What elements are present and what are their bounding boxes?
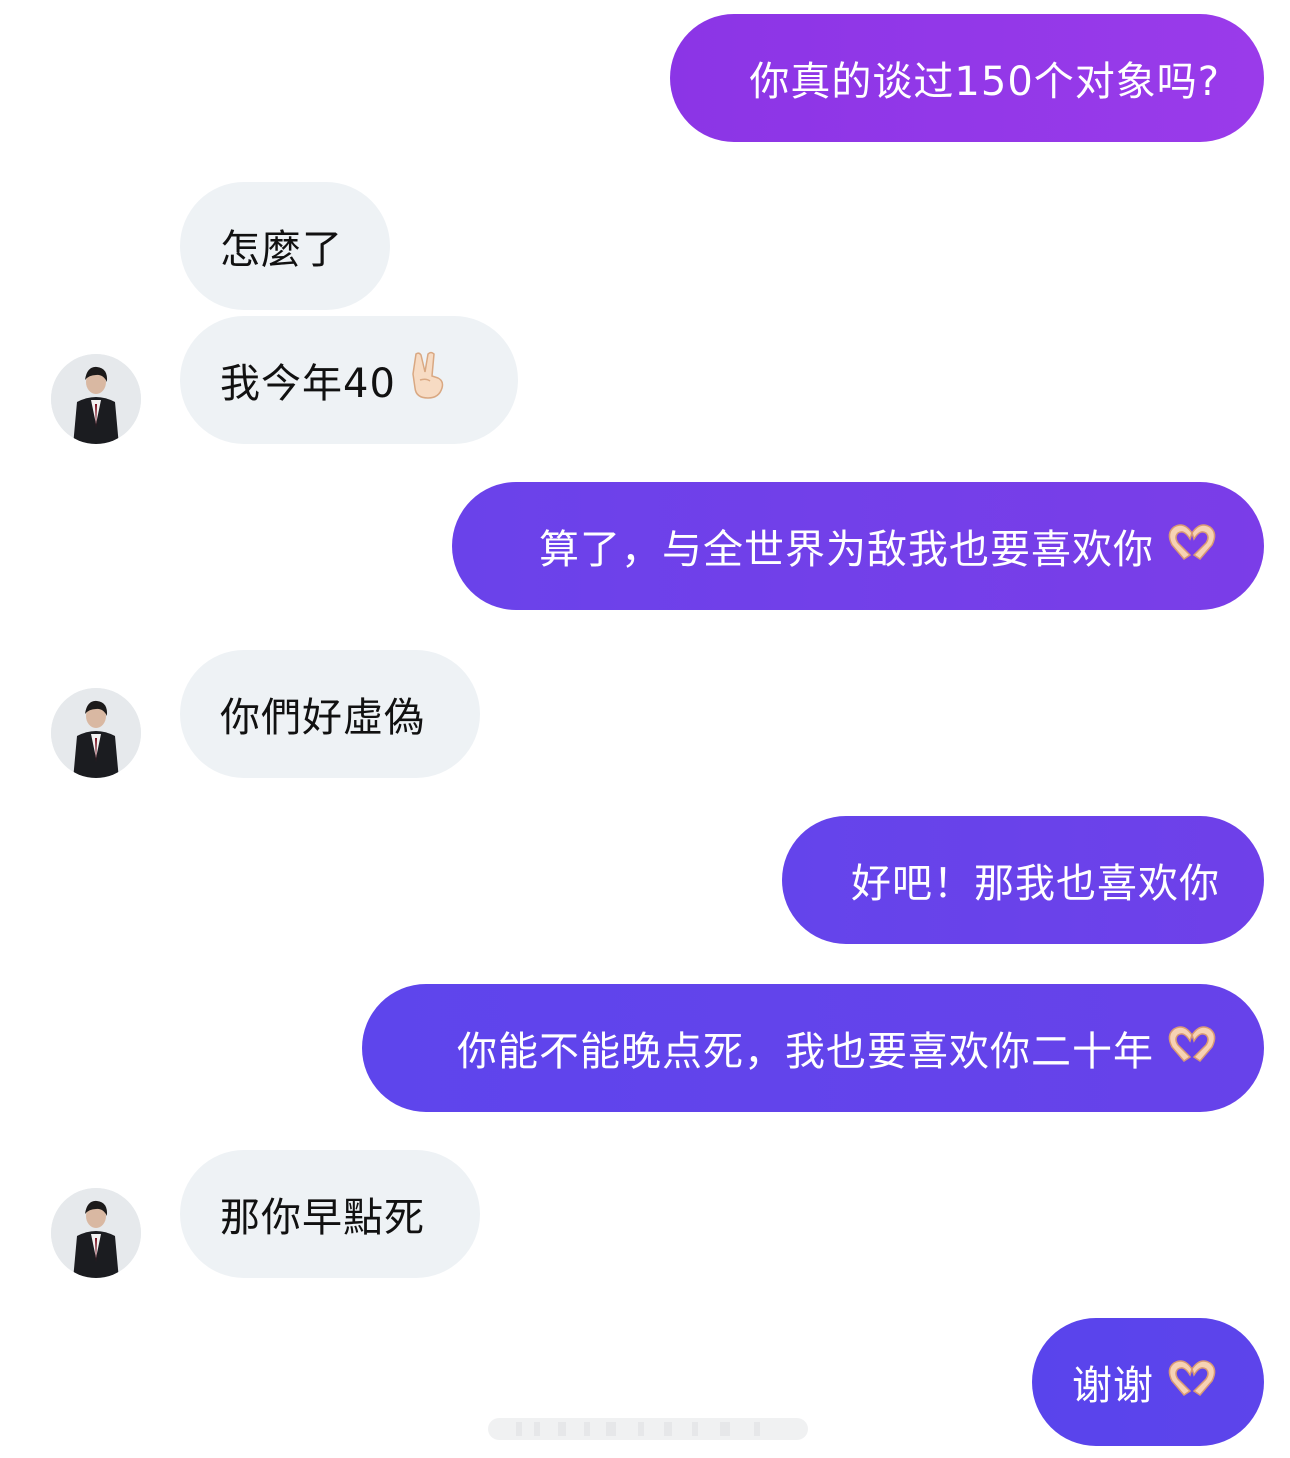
message-text: 谢谢 — [1072, 1363, 1154, 1409]
victory-hand-icon — [406, 350, 450, 410]
heart-hands-icon — [1164, 1021, 1220, 1075]
message-text: 那你早點死 — [220, 1195, 425, 1241]
received-message[interactable]: 那你早點死 — [180, 1150, 480, 1278]
person-avatar-icon — [51, 1188, 141, 1278]
sent-message[interactable]: 你真的谈过150个对象吗? — [670, 14, 1264, 142]
person-avatar-icon — [51, 354, 141, 444]
message-text: 好吧！那我也喜欢你 — [851, 861, 1220, 907]
chat-thread: 你真的谈过150个对象吗? 怎麼了 我今年40 算了，与全世界为敌我也要喜欢你 — [0, 0, 1290, 1458]
message-text: 你能不能晚点死，我也要喜欢你二十年 — [457, 1029, 1154, 1075]
received-message[interactable]: 我今年40 — [180, 316, 518, 444]
received-message[interactable]: 怎麼了 — [180, 182, 390, 310]
sent-message[interactable]: 你能不能晚点死，我也要喜欢你二十年 — [362, 984, 1264, 1112]
message-text: 你真的谈过150个对象吗? — [749, 59, 1220, 105]
message-text: 算了，与全世界为敌我也要喜欢你 — [539, 527, 1154, 573]
contact-avatar[interactable] — [51, 688, 141, 778]
heart-hands-icon — [1164, 519, 1220, 573]
contact-avatar[interactable] — [51, 1188, 141, 1278]
sent-message[interactable]: 算了，与全世界为敌我也要喜欢你 — [452, 482, 1264, 610]
heart-hands-icon — [1164, 1355, 1220, 1409]
watermark — [488, 1412, 808, 1446]
message-text: 我今年40 — [220, 361, 396, 407]
received-message[interactable]: 你們好虛偽 — [180, 650, 480, 778]
contact-avatar[interactable] — [51, 354, 141, 444]
sent-message[interactable]: 好吧！那我也喜欢你 — [782, 816, 1264, 944]
message-text: 你們好虛偽 — [220, 695, 425, 741]
sent-message[interactable]: 谢谢 — [1032, 1318, 1264, 1446]
person-avatar-icon — [51, 688, 141, 778]
message-text: 怎麼了 — [220, 227, 343, 273]
